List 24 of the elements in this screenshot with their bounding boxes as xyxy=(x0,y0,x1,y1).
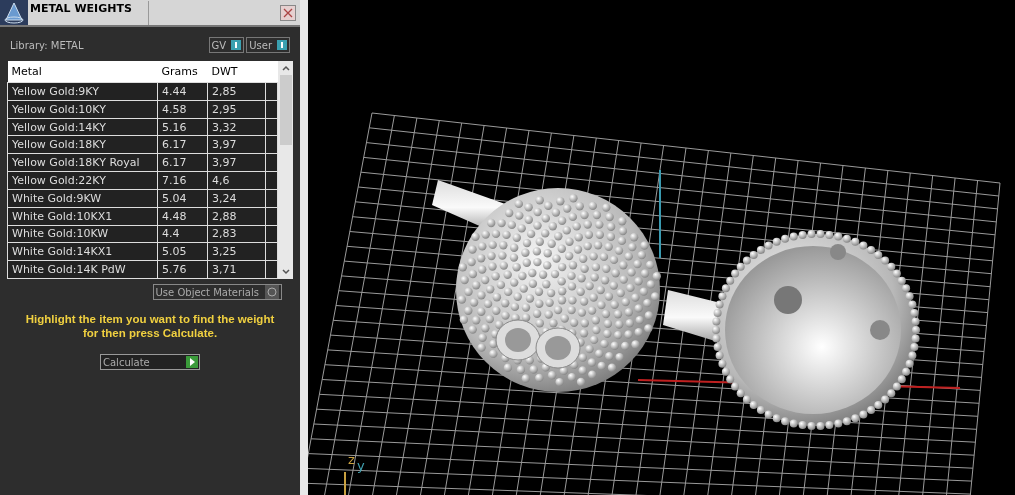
axis-label: z xyxy=(348,452,355,467)
toggle-indicator-icon[interactable] xyxy=(231,40,242,50)
window-title: METAL WEIGHTS xyxy=(28,0,149,25)
axis-gizmo-icon xyxy=(342,472,348,495)
instruction-text: Highlight the item you want to find the weight for then press Calculate. xyxy=(24,312,276,340)
column-header[interactable]: Metal xyxy=(7,61,158,83)
use-object-materials-toggle[interactable]: Use Object Materials xyxy=(152,284,282,300)
scroll-thumb[interactable] xyxy=(280,75,292,145)
cone-logo-icon xyxy=(0,0,28,25)
table-cell: 2,85 xyxy=(207,82,266,101)
library-label: Library: METAL xyxy=(10,39,85,51)
play-icon[interactable] xyxy=(186,356,198,368)
calculate-button[interactable]: Calculate xyxy=(100,354,200,370)
toggle-switch[interactable]: GV xyxy=(208,37,245,53)
scrollbar[interactable] xyxy=(278,61,293,279)
column-header[interactable]: DWT xyxy=(207,61,266,83)
table-cell: Yellow Gold:9KY xyxy=(7,82,158,101)
toggle-switch[interactable]: User xyxy=(246,37,290,53)
column-header[interactable]: Grams xyxy=(157,61,208,83)
axis-label: y xyxy=(357,458,365,473)
toggle-indicator-icon[interactable] xyxy=(277,40,287,50)
table-cell: 4.44 xyxy=(157,82,208,101)
close-icon[interactable] xyxy=(280,4,296,21)
circle-indicator-icon[interactable] xyxy=(265,285,279,299)
